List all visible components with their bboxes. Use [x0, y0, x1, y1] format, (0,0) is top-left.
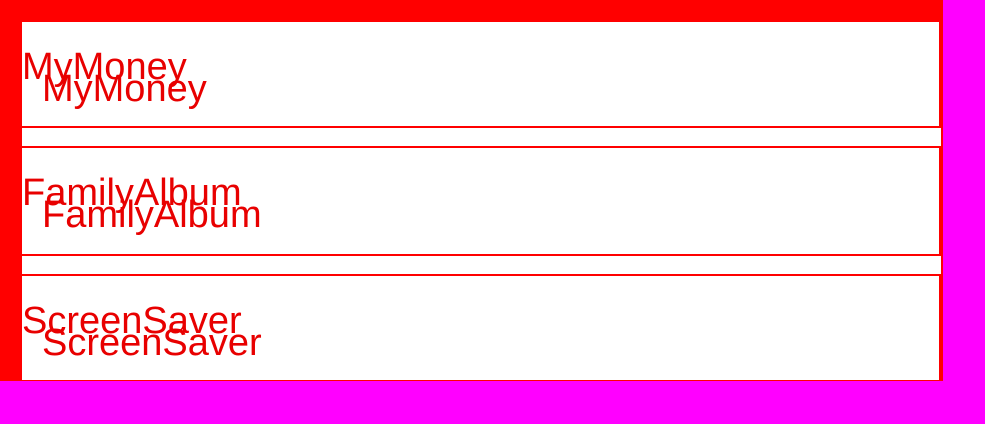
list-item-familyalbum[interactable]: FamilyAlbum FamilyAlbum: [22, 146, 941, 256]
app-label-familyalbum-shadow: FamilyAlbum: [42, 194, 262, 236]
list-item-mymoney[interactable]: MyMoney MyMoney: [22, 22, 941, 128]
app-label-mymoney-shadow: MyMoney: [42, 68, 207, 110]
list-item-screensaver[interactable]: ScreenSaver ScreenSaver: [22, 274, 941, 380]
app-label-screensaver-shadow: ScreenSaver: [42, 322, 262, 364]
app-list: MyMoney MyMoney FamilyAlbum FamilyAlbum …: [22, 22, 941, 380]
outer-frame: MyMoney MyMoney FamilyAlbum FamilyAlbum …: [0, 0, 943, 381]
